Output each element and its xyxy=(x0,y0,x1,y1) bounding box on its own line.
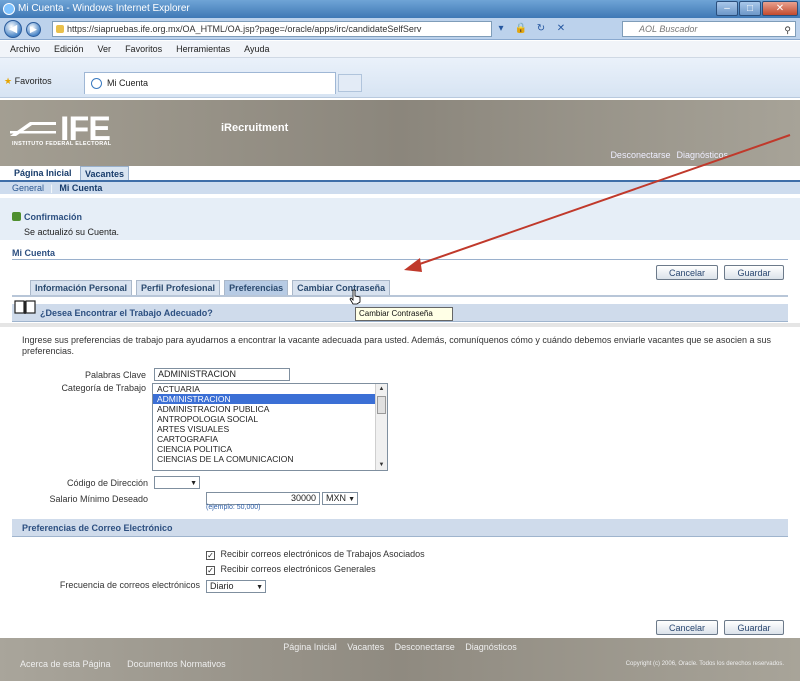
annotation-arrow xyxy=(404,134,791,272)
